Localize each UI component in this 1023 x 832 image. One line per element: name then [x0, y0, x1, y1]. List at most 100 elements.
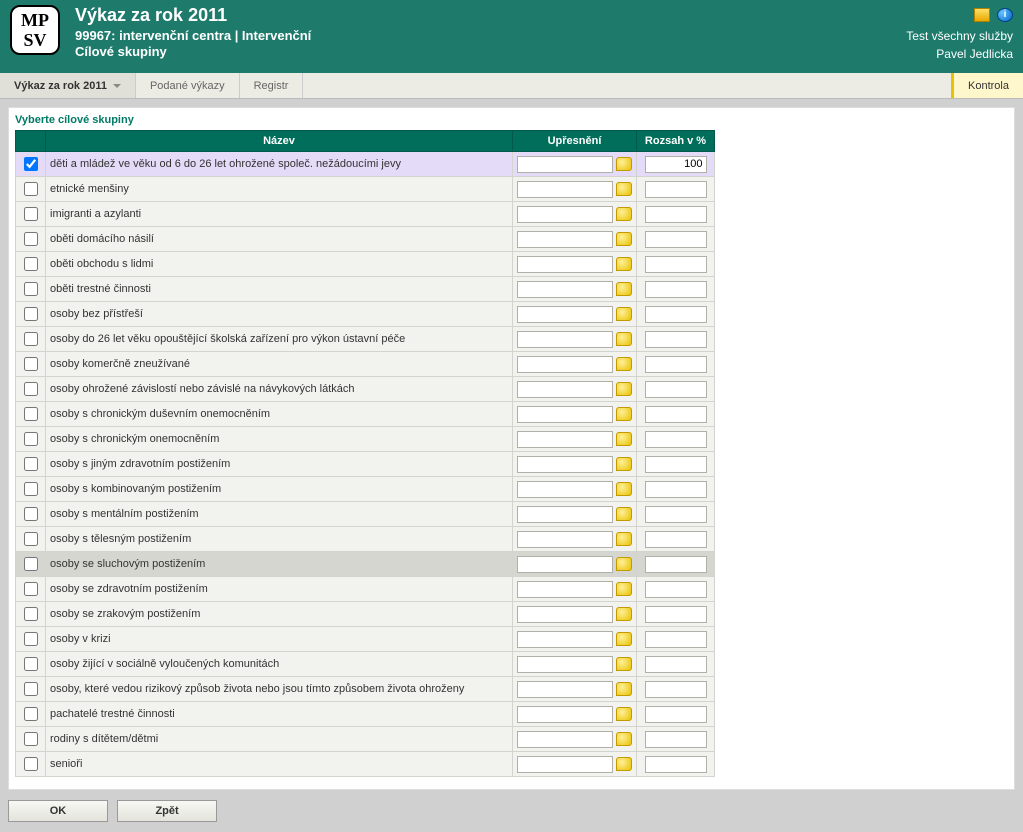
note-icon[interactable] [616, 407, 632, 421]
upresneni-input[interactable] [517, 406, 613, 423]
upresneni-input[interactable] [517, 556, 613, 573]
upresneni-input[interactable] [517, 156, 613, 173]
rozsah-input[interactable] [645, 756, 707, 773]
rozsah-input[interactable] [645, 256, 707, 273]
rozsah-input[interactable] [645, 631, 707, 648]
row-checkbox[interactable] [24, 507, 38, 521]
note-icon[interactable] [616, 207, 632, 221]
rozsah-input[interactable] [645, 581, 707, 598]
note-icon[interactable] [616, 582, 632, 596]
upresneni-input[interactable] [517, 606, 613, 623]
row-checkbox[interactable] [24, 157, 38, 171]
note-icon[interactable] [616, 757, 632, 771]
upresneni-input[interactable] [517, 356, 613, 373]
note-icon[interactable] [616, 482, 632, 496]
note-icon[interactable] [616, 257, 632, 271]
upresneni-input[interactable] [517, 631, 613, 648]
note-icon[interactable] [616, 232, 632, 246]
upresneni-input[interactable] [517, 281, 613, 298]
row-checkbox[interactable] [24, 282, 38, 296]
rozsah-input[interactable] [645, 431, 707, 448]
row-checkbox[interactable] [24, 357, 38, 371]
tab-podane[interactable]: Podané výkazy [136, 73, 240, 98]
note-icon[interactable] [616, 307, 632, 321]
row-checkbox[interactable] [24, 682, 38, 696]
rozsah-input[interactable] [645, 156, 707, 173]
rozsah-input[interactable] [645, 706, 707, 723]
rozsah-input[interactable] [645, 681, 707, 698]
row-checkbox[interactable] [24, 257, 38, 271]
upresneni-input[interactable] [517, 431, 613, 448]
upresneni-input[interactable] [517, 531, 613, 548]
note-icon[interactable] [616, 332, 632, 346]
row-checkbox[interactable] [24, 207, 38, 221]
row-checkbox[interactable] [24, 707, 38, 721]
note-icon[interactable] [616, 432, 632, 446]
rozsah-input[interactable] [645, 556, 707, 573]
rozsah-input[interactable] [645, 281, 707, 298]
mail-icon[interactable] [974, 8, 990, 22]
note-icon[interactable] [616, 507, 632, 521]
row-checkbox[interactable] [24, 732, 38, 746]
note-icon[interactable] [616, 632, 632, 646]
note-icon[interactable] [616, 607, 632, 621]
ok-button[interactable]: OK [8, 800, 108, 822]
row-checkbox[interactable] [24, 332, 38, 346]
upresneni-input[interactable] [517, 206, 613, 223]
row-checkbox[interactable] [24, 607, 38, 621]
rozsah-input[interactable] [645, 506, 707, 523]
rozsah-input[interactable] [645, 481, 707, 498]
rozsah-input[interactable] [645, 381, 707, 398]
upresneni-input[interactable] [517, 381, 613, 398]
note-icon[interactable] [616, 282, 632, 296]
upresneni-input[interactable] [517, 656, 613, 673]
upresneni-input[interactable] [517, 731, 613, 748]
rozsah-input[interactable] [645, 656, 707, 673]
row-checkbox[interactable] [24, 557, 38, 571]
rozsah-input[interactable] [645, 731, 707, 748]
note-icon[interactable] [616, 157, 632, 171]
row-checkbox[interactable] [24, 632, 38, 646]
upresneni-input[interactable] [517, 481, 613, 498]
rozsah-input[interactable] [645, 331, 707, 348]
upresneni-input[interactable] [517, 331, 613, 348]
note-icon[interactable] [616, 532, 632, 546]
upresneni-input[interactable] [517, 756, 613, 773]
rozsah-input[interactable] [645, 531, 707, 548]
note-icon[interactable] [616, 457, 632, 471]
note-icon[interactable] [616, 557, 632, 571]
row-checkbox[interactable] [24, 432, 38, 446]
back-button[interactable]: Zpět [117, 800, 217, 822]
upresneni-input[interactable] [517, 306, 613, 323]
row-checkbox[interactable] [24, 582, 38, 596]
rozsah-input[interactable] [645, 606, 707, 623]
rozsah-input[interactable] [645, 181, 707, 198]
row-checkbox[interactable] [24, 382, 38, 396]
note-icon[interactable] [616, 732, 632, 746]
rozsah-input[interactable] [645, 206, 707, 223]
row-checkbox[interactable] [24, 182, 38, 196]
tab-registr[interactable]: Registr [240, 73, 304, 98]
row-checkbox[interactable] [24, 757, 38, 771]
upresneni-input[interactable] [517, 456, 613, 473]
row-checkbox[interactable] [24, 457, 38, 471]
tab-kontrola[interactable]: Kontrola [951, 73, 1023, 98]
upresneni-input[interactable] [517, 706, 613, 723]
row-checkbox[interactable] [24, 657, 38, 671]
note-icon[interactable] [616, 707, 632, 721]
note-icon[interactable] [616, 357, 632, 371]
upresneni-input[interactable] [517, 506, 613, 523]
row-checkbox[interactable] [24, 532, 38, 546]
upresneni-input[interactable] [517, 581, 613, 598]
rozsah-input[interactable] [645, 306, 707, 323]
note-icon[interactable] [616, 182, 632, 196]
note-icon[interactable] [616, 682, 632, 696]
upresneni-input[interactable] [517, 181, 613, 198]
tab-vykaz[interactable]: Výkaz za rok 2011 [0, 73, 136, 98]
rozsah-input[interactable] [645, 231, 707, 248]
row-checkbox[interactable] [24, 407, 38, 421]
row-checkbox[interactable] [24, 307, 38, 321]
info-icon[interactable]: i [997, 8, 1013, 22]
rozsah-input[interactable] [645, 456, 707, 473]
row-checkbox[interactable] [24, 232, 38, 246]
